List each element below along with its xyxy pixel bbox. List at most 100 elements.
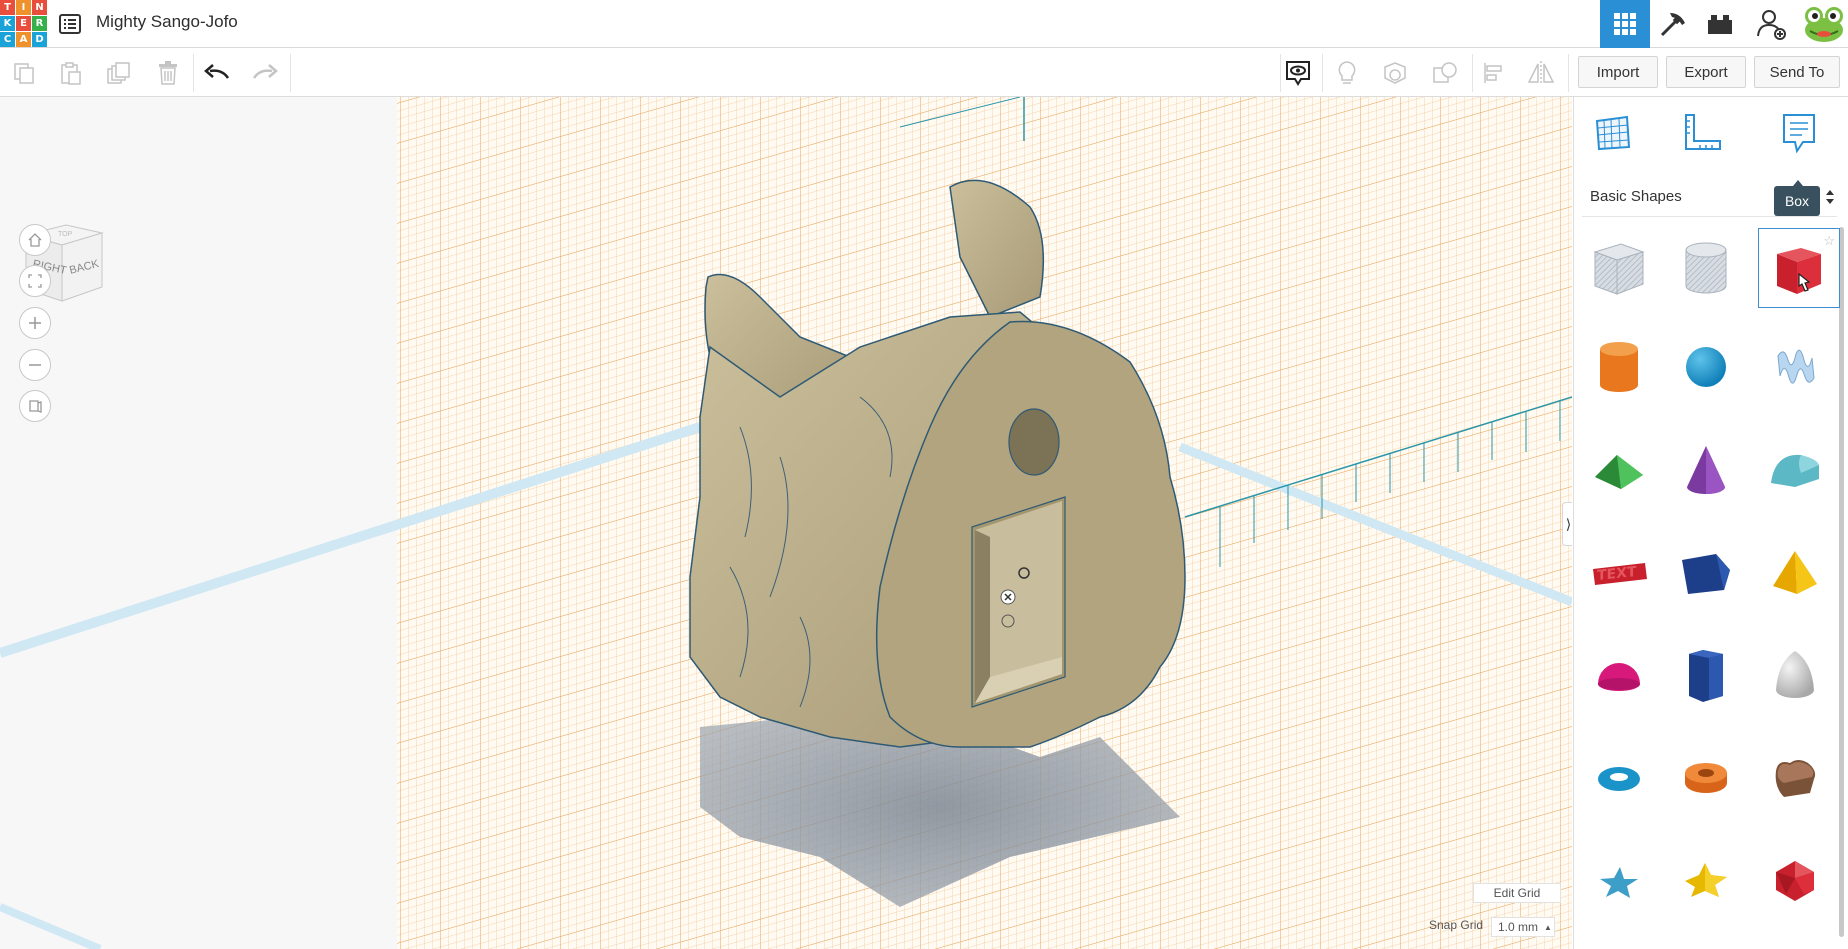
user-avatar[interactable] [1800,0,1848,48]
workplane-canvas[interactable]: RIGHT BACK TOP Edit Grid Snap Grid 1.0 m… [0,97,1572,949]
workplane-scene[interactable] [0,97,1572,949]
box-icon [1777,248,1821,294]
toolbar-divider [1472,54,1473,92]
shape-tooltip: Box [1774,180,1820,216]
paraboloid-icon [1776,651,1814,698]
workplane-icon [1595,115,1631,151]
cone-icon [1687,446,1725,494]
shape-round-roof[interactable] [1758,430,1832,510]
shape-roof[interactable] [1582,430,1656,510]
trash-icon [159,61,177,85]
shape-star-gold[interactable] [1669,841,1743,921]
shape-box[interactable]: ☆ [1758,228,1840,308]
zoom-out-button[interactable] [19,349,51,381]
cylinder-icon [1600,342,1638,392]
duplicate-icon [107,62,130,84]
redo-icon [252,64,278,79]
shape-half-sphere[interactable] [1582,636,1656,716]
export-button[interactable]: Export [1666,56,1746,88]
frog-avatar-icon [1805,7,1843,42]
projection-button[interactable] [19,390,51,422]
snap-grid-label: Snap Grid [1429,918,1484,932]
collapse-panel-tab[interactable]: ⟩ [1562,502,1572,546]
toolbar-divider [290,54,291,92]
undo-button[interactable] [203,59,231,87]
shape-pyramid[interactable] [1758,533,1832,613]
shape-star[interactable] [1582,841,1656,921]
light-bulb-button[interactable] [1333,59,1361,87]
logo-letter: N [32,0,47,15]
notes-button[interactable] [1284,59,1312,87]
toolbar-divider [1322,54,1323,92]
favorite-star-icon[interactable]: ☆ [1823,233,1835,249]
svg-text:TEXT: TEXT [1597,564,1637,584]
logo-letter: D [32,32,47,47]
shape-cylinder[interactable] [1582,327,1656,407]
tinkercad-app: T I N K E R C A D Mighty Sango-Jofo Impo… [0,0,1848,949]
box-hole-icon [1593,243,1645,295]
copy-button[interactable] [10,59,38,87]
logo-letter: I [16,0,31,15]
ruler-tool-button[interactable] [1680,111,1724,155]
shape-scribble[interactable] [1758,327,1832,407]
send-to-button[interactable]: Send To [1754,56,1840,88]
snap-grid-value: 1.0 mm [1498,920,1539,934]
light-bulb-icon [1338,61,1356,84]
roof-icon [1595,455,1643,489]
caret-up-icon: ▲ [1544,922,1552,932]
duplicate-button[interactable] [105,59,133,87]
shape-tube[interactable] [1669,739,1743,819]
shape-icosahedron[interactable] [1758,841,1832,921]
align-button[interactable] [1480,59,1508,87]
group-button[interactable] [1431,59,1459,87]
solid-hole-button[interactable] [1381,59,1409,87]
zoom-in-button[interactable] [19,307,51,339]
shape-category-label: Basic Shapes [1590,188,1682,205]
delete-button[interactable] [154,59,182,87]
shape-box-hole[interactable] [1582,228,1656,308]
dropdown-arrows-icon [1826,190,1834,204]
3d-design-view-button[interactable] [1600,0,1650,48]
edit-toolbar: Import Export Send To [0,48,1848,97]
design-title[interactable]: Mighty Sango-Jofo [96,12,238,32]
import-button[interactable]: Import [1578,56,1658,88]
notes-tool-button[interactable] [1777,111,1821,155]
edit-grid-button[interactable]: Edit Grid [1473,883,1561,903]
design-list-button[interactable] [56,10,84,38]
panel-scrollbar[interactable] [1839,227,1844,937]
undo-icon [204,64,230,79]
scribble-icon [1777,349,1815,384]
tinkercad-logo[interactable]: T I N K E R C A D [0,0,47,47]
shape-paraboloid[interactable] [1758,636,1832,716]
logo-letter: C [0,32,15,47]
cylinder-hole-icon [1685,242,1727,294]
shape-torus[interactable] [1582,739,1656,819]
snap-grid-select[interactable]: 1.0 mm ▲ [1491,917,1555,937]
shapes-panel: Basic Shapes ☆ Box TEXT [1573,97,1848,949]
workplane-tool-button[interactable] [1591,111,1635,155]
invite-user-button[interactable] [1749,0,1794,48]
copy-icon [14,63,34,84]
home-view-button[interactable] [19,224,51,256]
logo-letter: R [32,16,47,31]
shape-cone[interactable] [1669,430,1743,510]
polygon-icon [1689,650,1723,702]
shape-cylinder-hole[interactable] [1669,228,1743,308]
shape-wedge[interactable] [1669,533,1743,613]
shape-sphere[interactable] [1669,327,1743,407]
shape-text[interactable]: TEXT [1582,533,1656,613]
shape-heart[interactable] [1758,739,1832,819]
blocks-view-button[interactable] [1650,0,1695,48]
paste-button[interactable] [57,59,85,87]
bricks-view-button[interactable] [1697,0,1742,48]
shape-polygon[interactable] [1669,636,1743,716]
group-icon [1433,62,1457,83]
chevron-right-icon: ⟩ [1565,515,1572,532]
logo-letter: T [0,0,15,15]
logo-letter: K [0,16,15,31]
fit-view-button[interactable] [19,265,51,297]
mirror-button[interactable] [1527,59,1555,87]
round-roof-icon [1771,454,1819,487]
align-icon [1484,63,1502,83]
redo-button[interactable] [251,59,279,87]
